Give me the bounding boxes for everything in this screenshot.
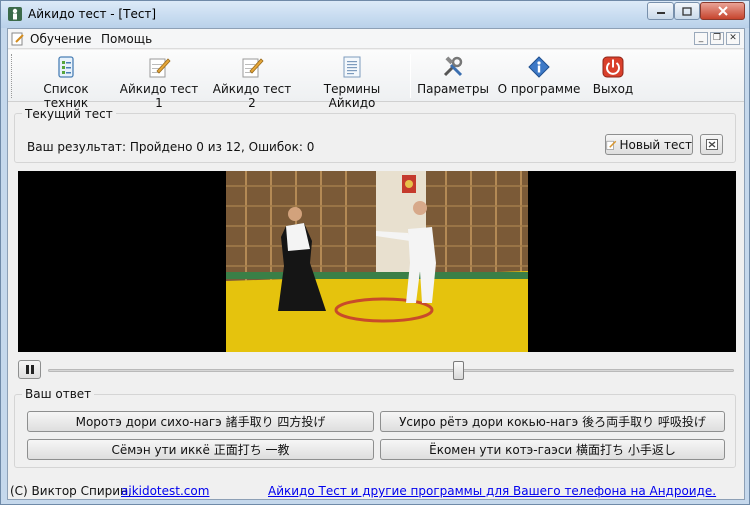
- result-value: Пройдено 0 из 12, Ошибок: 0: [129, 140, 315, 154]
- tools-icon: [443, 56, 463, 77]
- mdi-restore-button[interactable]: ❐: [710, 32, 724, 45]
- app-icon: [8, 7, 22, 21]
- toolbar-exit-button[interactable]: Выход: [588, 52, 638, 100]
- toolbar-about-label: О программе: [497, 82, 581, 96]
- info-icon: [528, 56, 550, 78]
- answer-option-1[interactable]: Моротэ дори сихо-нагэ 諸手取り 四方投げ: [27, 411, 374, 432]
- toolbar-settings-button[interactable]: Параметры: [416, 52, 490, 100]
- window-title: Айкидо тест - [Тест]: [28, 7, 157, 21]
- result-caption: Ваш результат:: [27, 140, 126, 154]
- toolbar-aikido-test-2-label: Айкидо тест 2: [212, 82, 292, 110]
- toolbar-aikido-test-1-label: Айкидо тест 1: [119, 82, 199, 110]
- document-icon: [343, 56, 361, 78]
- copyright-text: (C) Виктор Спирин,: [10, 484, 132, 498]
- maximize-button[interactable]: [674, 2, 700, 20]
- toolbar-aikido-test-1-button[interactable]: Айкидо тест 1: [115, 52, 203, 110]
- toolbar-separator: [410, 54, 411, 98]
- status-bar: (C) Виктор Спирин, aikidotest.com Айкидо…: [8, 482, 744, 500]
- toolbar-settings-label: Параметры: [417, 82, 489, 96]
- result-label: Ваш результат: Пройдено 0 из 12, Ошибок:…: [27, 140, 314, 154]
- seek-slider-thumb[interactable]: [453, 361, 464, 380]
- site-link[interactable]: aikidotest.com: [121, 484, 209, 498]
- pencil-note-icon: [606, 140, 617, 150]
- minimize-button[interactable]: [647, 2, 674, 20]
- list-icon: [58, 56, 74, 78]
- pause-button[interactable]: [18, 360, 41, 379]
- close-icon: [717, 6, 728, 16]
- pencil-note-icon: [149, 58, 171, 78]
- mdi-minimize-button[interactable]: _: [694, 32, 708, 45]
- pause-icon: [25, 365, 34, 374]
- document-pencil-icon: [11, 32, 24, 46]
- video-frame: [226, 171, 528, 352]
- clear-icon: [705, 139, 718, 150]
- toolbar-about-button[interactable]: О программе: [496, 52, 582, 100]
- menu-item-learning[interactable]: Обучение: [30, 32, 91, 46]
- power-icon: [602, 56, 624, 78]
- toolbar-exit-label: Выход: [592, 82, 634, 96]
- menu-item-help[interactable]: Помощь: [101, 32, 152, 46]
- toolbar-aikido-test-2-button[interactable]: Айкидо тест 2: [208, 52, 296, 110]
- toolbar-aikido-terms-label: Термины Айкидо: [323, 82, 381, 110]
- app-window: Айкидо тест - [Тест] Обучение Помощь _ ❐…: [0, 0, 750, 505]
- close-button[interactable]: [700, 2, 745, 20]
- toolbar-technique-list-label: Список техник: [43, 82, 89, 110]
- pencil-note-icon: [242, 58, 264, 78]
- new-test-label: Новый тест: [619, 137, 693, 152]
- toolbar-grip: [11, 54, 15, 98]
- main-client-area: Обучение Помощь _ ❐ ✕ Список техник Айки…: [7, 28, 745, 500]
- video-player[interactable]: [18, 171, 736, 352]
- minimize-icon: [656, 12, 665, 14]
- seek-slider-track[interactable]: [48, 369, 734, 372]
- title-bar[interactable]: Айкидо тест - [Тест]: [1, 1, 749, 28]
- maximize-icon: [682, 6, 692, 16]
- toolbar-aikido-terms-button[interactable]: Термины Айкидо: [300, 52, 404, 110]
- answer-option-2[interactable]: Усиро рётэ дори кокью-нагэ 後ろ両手取り 呼吸投げ: [380, 411, 725, 432]
- current-test-title: Текущий тест: [22, 107, 116, 121]
- clear-test-button[interactable]: [700, 134, 723, 155]
- new-test-button[interactable]: Новый тест: [605, 134, 693, 155]
- answer-option-3[interactable]: Сёмэн ути иккё 正面打ち 一教: [27, 439, 374, 460]
- answer-title: Ваш ответ: [22, 387, 95, 401]
- menu-bar: Обучение Помощь _ ❐ ✕: [8, 29, 744, 49]
- toolbar-technique-list-button[interactable]: Список техник: [20, 52, 112, 110]
- toolbar: Список техник Айкидо тест 1 Айкидо тест …: [8, 50, 744, 110]
- mdi-close-button[interactable]: ✕: [726, 32, 740, 45]
- android-apps-link[interactable]: Айкидо Тест и другие программы для Вашег…: [268, 484, 716, 498]
- aikido-video-image: [226, 171, 528, 352]
- answer-option-4[interactable]: Ёкомен ути котэ-гаэси 横面打ち 小手返し: [380, 439, 725, 460]
